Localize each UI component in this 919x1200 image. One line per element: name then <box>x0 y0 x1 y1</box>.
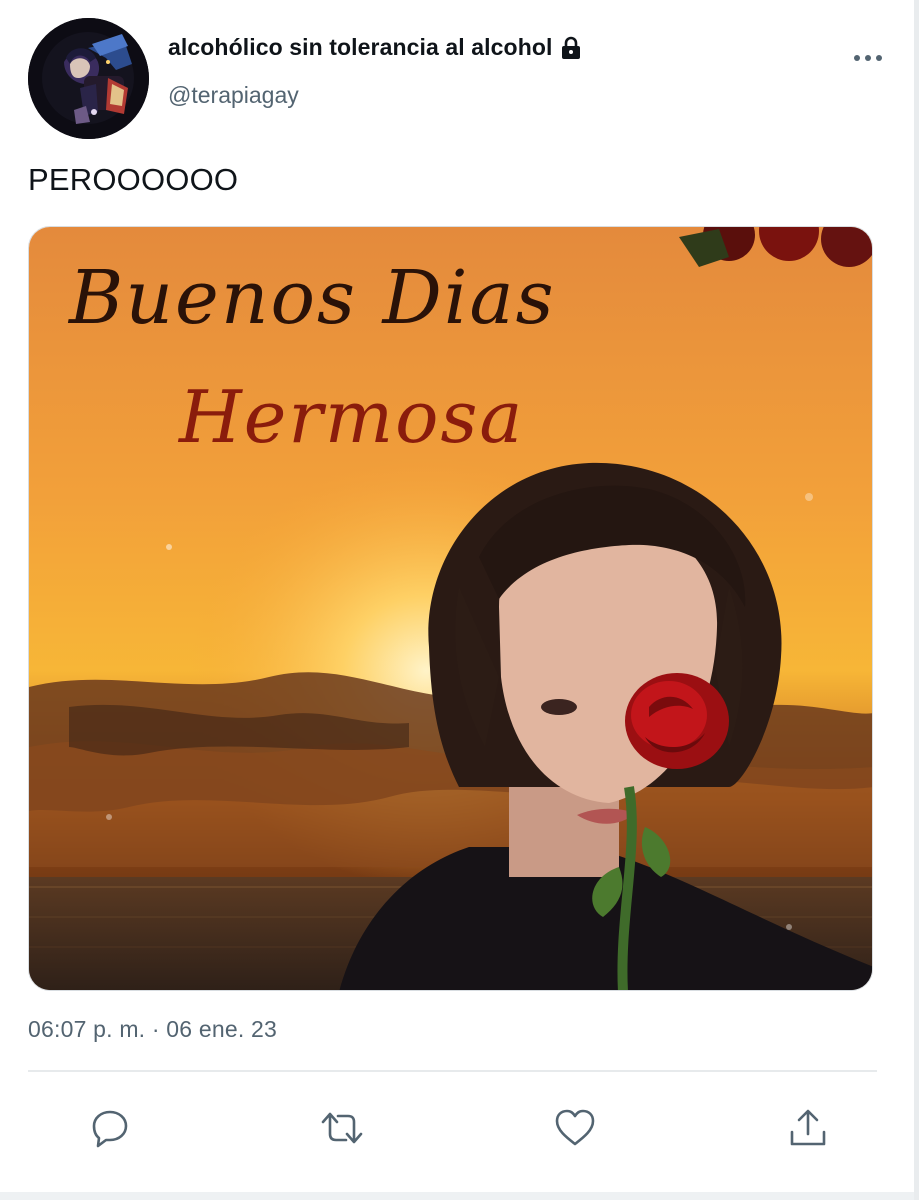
retweet-icon <box>321 1112 363 1144</box>
tweet: alcohólico sin tolerancia al alcohol @te… <box>0 0 919 1200</box>
tweet-media-image[interactable]: Buenos Dias Hermosa <box>28 226 873 991</box>
media-caption-line-2: Hermosa <box>179 375 525 459</box>
divider <box>28 1070 877 1072</box>
display-name-row[interactable]: alcohólico sin tolerancia al alcohol <box>168 34 584 61</box>
lock-icon <box>558 35 584 61</box>
user-handle[interactable]: @terapiagay <box>168 82 299 109</box>
sunset-background <box>29 227 872 990</box>
tweet-timestamp[interactable]: 06:07 p. m. · 06 ene. 23 <box>28 1016 277 1043</box>
heart-icon <box>555 1109 595 1146</box>
right-edge <box>914 0 919 1200</box>
bottom-edge <box>0 1192 919 1200</box>
avatar[interactable] <box>28 18 149 139</box>
avatar-illustration <box>28 18 149 139</box>
reply-button[interactable] <box>86 1104 134 1152</box>
share-upload-icon <box>790 1109 826 1146</box>
media-caption-line-1: Buenos Dias <box>69 255 556 341</box>
tweet-text: PEROOOOOO <box>28 162 239 197</box>
share-button[interactable] <box>784 1104 832 1152</box>
more-options-icon[interactable] <box>852 48 884 68</box>
speech-bubble-icon <box>92 1110 128 1148</box>
retweet-button[interactable] <box>318 1104 366 1152</box>
display-name[interactable]: alcohólico sin tolerancia al alcohol <box>168 34 552 61</box>
like-button[interactable] <box>551 1104 599 1152</box>
